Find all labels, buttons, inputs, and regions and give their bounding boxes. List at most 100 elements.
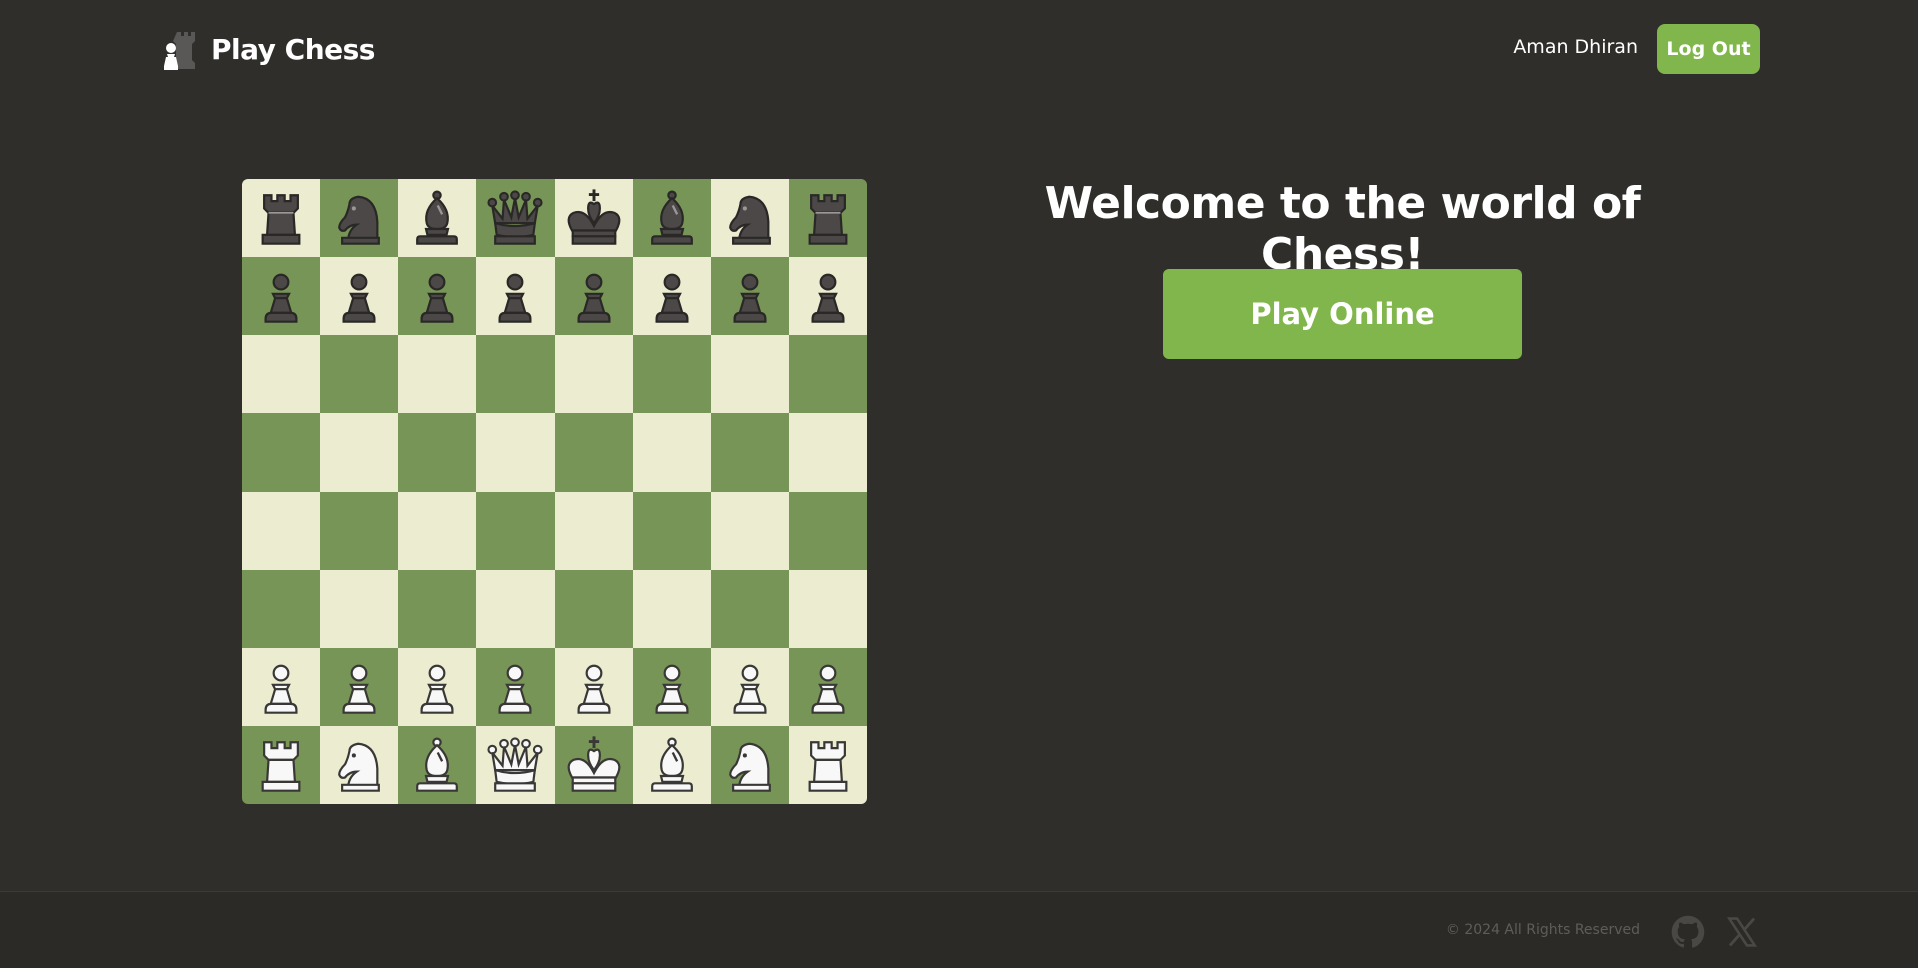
black-bishop-icon[interactable] (639, 185, 705, 251)
square-b8[interactable] (320, 179, 399, 258)
square-c3[interactable] (398, 569, 477, 648)
square-g8[interactable] (710, 179, 789, 258)
square-f1[interactable] (632, 725, 711, 804)
square-c6[interactable] (398, 335, 477, 414)
square-b4[interactable] (320, 491, 399, 570)
square-b6[interactable] (320, 335, 399, 414)
square-e3[interactable] (554, 569, 633, 648)
logout-button[interactable]: Log Out (1657, 24, 1760, 74)
white-pawn-icon[interactable] (795, 654, 861, 720)
square-c2[interactable] (398, 647, 477, 726)
square-e5[interactable] (554, 413, 633, 492)
square-a1[interactable] (242, 725, 321, 804)
white-knight-icon[interactable] (717, 732, 783, 798)
white-knight-icon[interactable] (326, 732, 392, 798)
square-h4[interactable] (788, 491, 867, 570)
square-g3[interactable] (710, 569, 789, 648)
square-b2[interactable] (320, 647, 399, 726)
square-g5[interactable] (710, 413, 789, 492)
square-e1[interactable] (554, 725, 633, 804)
square-h3[interactable] (788, 569, 867, 648)
white-pawn-icon[interactable] (717, 654, 783, 720)
square-c7[interactable] (398, 257, 477, 336)
square-f4[interactable] (632, 491, 711, 570)
square-d4[interactable] (476, 491, 555, 570)
square-h5[interactable] (788, 413, 867, 492)
black-queen-icon[interactable] (482, 185, 548, 251)
black-knight-icon[interactable] (326, 185, 392, 251)
square-f5[interactable] (632, 413, 711, 492)
square-f3[interactable] (632, 569, 711, 648)
white-pawn-icon[interactable] (326, 654, 392, 720)
square-e8[interactable] (554, 179, 633, 258)
black-pawn-icon[interactable] (717, 263, 783, 329)
black-pawn-icon[interactable] (404, 263, 470, 329)
white-pawn-icon[interactable] (639, 654, 705, 720)
white-pawn-icon[interactable] (248, 654, 314, 720)
x-link[interactable] (1724, 914, 1760, 950)
square-h1[interactable] (788, 725, 867, 804)
square-c1[interactable] (398, 725, 477, 804)
black-pawn-icon[interactable] (795, 263, 861, 329)
square-h6[interactable] (788, 335, 867, 414)
white-pawn-icon[interactable] (404, 654, 470, 720)
square-g2[interactable] (710, 647, 789, 726)
black-bishop-icon[interactable] (404, 185, 470, 251)
square-b5[interactable] (320, 413, 399, 492)
square-d2[interactable] (476, 647, 555, 726)
black-king-icon[interactable] (561, 185, 627, 251)
square-a5[interactable] (242, 413, 321, 492)
square-e6[interactable] (554, 335, 633, 414)
square-h7[interactable] (788, 257, 867, 336)
square-h8[interactable] (788, 179, 867, 258)
square-d8[interactable] (476, 179, 555, 258)
square-d3[interactable] (476, 569, 555, 648)
black-pawn-icon[interactable] (326, 263, 392, 329)
square-a2[interactable] (242, 647, 321, 726)
square-g1[interactable] (710, 725, 789, 804)
square-d6[interactable] (476, 335, 555, 414)
white-king-icon[interactable] (561, 732, 627, 798)
black-knight-icon[interactable] (717, 185, 783, 251)
square-c8[interactable] (398, 179, 477, 258)
white-pawn-icon[interactable] (561, 654, 627, 720)
square-d7[interactable] (476, 257, 555, 336)
white-pawn-icon[interactable] (482, 654, 548, 720)
github-link[interactable] (1670, 914, 1706, 950)
square-c5[interactable] (398, 413, 477, 492)
black-rook-icon[interactable] (248, 185, 314, 251)
square-g4[interactable] (710, 491, 789, 570)
square-f6[interactable] (632, 335, 711, 414)
square-a3[interactable] (242, 569, 321, 648)
square-f7[interactable] (632, 257, 711, 336)
square-f8[interactable] (632, 179, 711, 258)
white-rook-icon[interactable] (248, 732, 314, 798)
square-a6[interactable] (242, 335, 321, 414)
square-a4[interactable] (242, 491, 321, 570)
square-e2[interactable] (554, 647, 633, 726)
square-g7[interactable] (710, 257, 789, 336)
white-queen-icon[interactable] (482, 732, 548, 798)
white-bishop-icon[interactable] (404, 732, 470, 798)
black-pawn-icon[interactable] (639, 263, 705, 329)
square-b7[interactable] (320, 257, 399, 336)
square-d1[interactable] (476, 725, 555, 804)
square-e4[interactable] (554, 491, 633, 570)
square-h2[interactable] (788, 647, 867, 726)
square-a7[interactable] (242, 257, 321, 336)
play-online-button[interactable]: Play Online (1163, 269, 1522, 359)
white-rook-icon[interactable] (795, 732, 861, 798)
brand-link[interactable]: Play Chess (161, 26, 375, 72)
square-b3[interactable] (320, 569, 399, 648)
square-a8[interactable] (242, 179, 321, 258)
black-pawn-icon[interactable] (482, 263, 548, 329)
square-b1[interactable] (320, 725, 399, 804)
black-rook-icon[interactable] (795, 185, 861, 251)
square-c4[interactable] (398, 491, 477, 570)
black-pawn-icon[interactable] (248, 263, 314, 329)
square-f2[interactable] (632, 647, 711, 726)
square-d5[interactable] (476, 413, 555, 492)
white-bishop-icon[interactable] (639, 732, 705, 798)
black-pawn-icon[interactable] (561, 263, 627, 329)
square-e7[interactable] (554, 257, 633, 336)
